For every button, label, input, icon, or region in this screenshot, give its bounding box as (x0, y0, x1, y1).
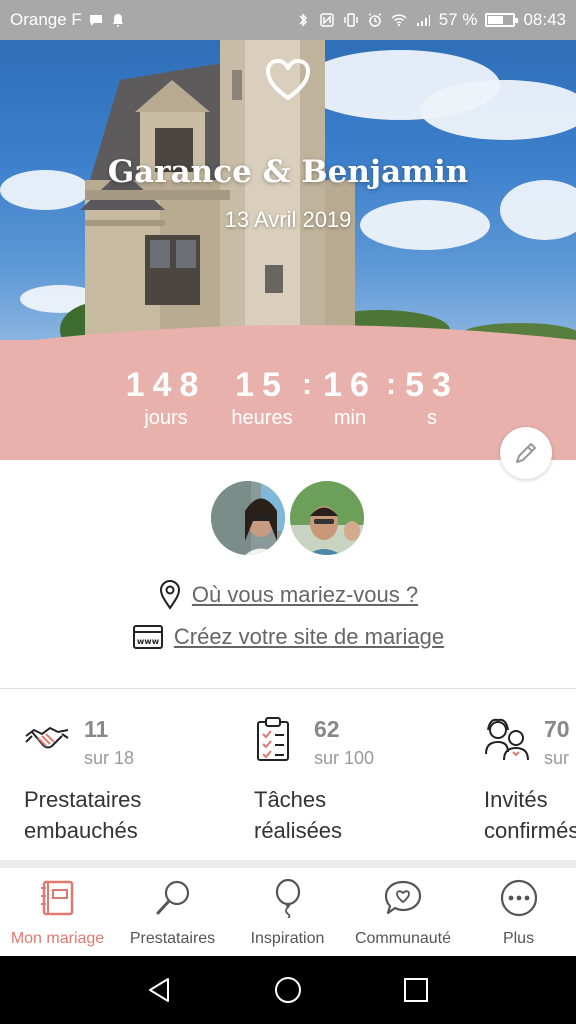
bluetooth-icon (299, 13, 307, 27)
website-link[interactable]: Créez votre site de mariage (174, 624, 444, 650)
nav-label: Mon mariage (10, 930, 105, 947)
battery-percent: 57 % (438, 10, 478, 29)
message-icon (89, 15, 102, 26)
edit-button[interactable] (500, 427, 552, 479)
heart-outline-icon (266, 59, 310, 100)
stat-label: Tâches réalisées (254, 784, 342, 846)
location-link[interactable]: Où vous mariez-vous ? (192, 582, 418, 608)
nav-label: Prestataires (129, 930, 216, 947)
countdown-days: 148 jours (120, 366, 212, 430)
minutes-seconds-separator: : (386, 368, 396, 401)
magnifier-icon (156, 880, 189, 915)
clipboard-icon (257, 717, 289, 761)
nav-tab-plus[interactable]: Plus (461, 868, 576, 956)
notification-bell-icon (112, 14, 123, 27)
nav-tab-inspiration[interactable]: Inspiration (230, 868, 345, 956)
hours-label: heures (231, 407, 293, 429)
location-link-row[interactable]: Où vous mariez-vous ? (0, 580, 576, 610)
section-divider (0, 688, 576, 689)
nav-label: Plus (502, 930, 535, 947)
seconds-value: 53 (405, 366, 459, 404)
stat-label-line2: réalisées (254, 818, 343, 843)
recent-apps-icon[interactable] (402, 976, 430, 1004)
stat-guests[interactable]: 70 sur Invités confirmés (484, 712, 576, 852)
hero-banner: Garance & Benjamin 13 Avril 2019 (0, 40, 576, 340)
svg-text:www: www (137, 637, 160, 646)
balloon-icon (275, 878, 300, 918)
stat-label: Prestataires embauchés (24, 784, 141, 846)
stat-count: 62 (314, 716, 340, 742)
wedding-date: 13 Avril 2019 (224, 207, 352, 232)
stat-total: sur 18 (84, 748, 135, 768)
nfc-icon (319, 13, 334, 27)
stat-count: 11 (84, 716, 109, 742)
carrier-name: Orange F (10, 10, 82, 29)
stat-label: Invités confirmés (484, 784, 576, 846)
stat-total: sur (544, 748, 570, 768)
nav-tab-communaute[interactable]: Communauté (345, 868, 461, 956)
minutes-value: 16 (323, 366, 377, 404)
nav-tab-mon-mariage[interactable]: Mon mariage (0, 868, 115, 956)
stat-label-line2: embauchés (24, 818, 138, 843)
app-screen: Orange F 57 % 08:43 Garance & Benjamin 1… (0, 0, 576, 1024)
stat-label-line2: confirmés (484, 818, 576, 843)
stat-count: 70 (544, 716, 570, 742)
back-icon[interactable] (146, 976, 174, 1004)
couple-names: Garance & Benjamin (107, 154, 469, 190)
avatar-partner-1[interactable] (208, 478, 288, 558)
section-separator (0, 860, 576, 868)
minutes-label: min (333, 407, 367, 429)
days-value: 148 (125, 366, 207, 404)
avatar-partner-2[interactable] (287, 478, 367, 558)
stat-total: sur 100 (314, 748, 375, 768)
days-label: jours (144, 407, 188, 429)
signal-icon (416, 15, 430, 26)
hours-value: 15 (235, 366, 289, 404)
seconds-label: s (427, 407, 437, 429)
location-pin-icon (159, 580, 180, 610)
vibrate-icon (343, 13, 358, 27)
battery-icon (485, 13, 519, 27)
pencil-icon (516, 443, 536, 463)
wifi-icon (391, 14, 407, 27)
stat-label-line1: Invités (484, 787, 548, 812)
hours-minutes-separator: : (302, 368, 312, 401)
status-bar: Orange F 57 % 08:43 (0, 0, 576, 40)
bottom-navigation: Mon mariage Prestataires Inspiration Com… (0, 868, 576, 956)
countdown-seconds: 53 s (400, 366, 464, 430)
guests-icon (485, 718, 529, 761)
website-link-row[interactable]: www Créez votre site de mariage (0, 624, 576, 650)
more-icon (500, 879, 537, 917)
website-icon: www (132, 625, 163, 649)
system-navigation-bar (0, 956, 576, 1024)
notebook-icon (40, 880, 73, 916)
handshake-icon (25, 726, 69, 749)
countdown-hours: 15 heures (226, 366, 298, 430)
nav-label: Inspiration (250, 930, 325, 947)
alarm-icon (368, 13, 382, 27)
stat-label-line1: Prestataires (24, 787, 142, 812)
countdown-panel: 148 jours 15 heures : 16 min : 53 s (0, 324, 576, 460)
countdown-minutes: 16 min (318, 366, 382, 430)
clock-time: 08:43 (523, 10, 566, 29)
home-icon[interactable] (274, 976, 302, 1004)
chat-heart-icon (384, 880, 422, 915)
stat-label-line1: Tâches (254, 787, 327, 812)
nav-tab-prestataires[interactable]: Prestataires (115, 868, 230, 956)
nav-label: Communauté (354, 930, 452, 947)
